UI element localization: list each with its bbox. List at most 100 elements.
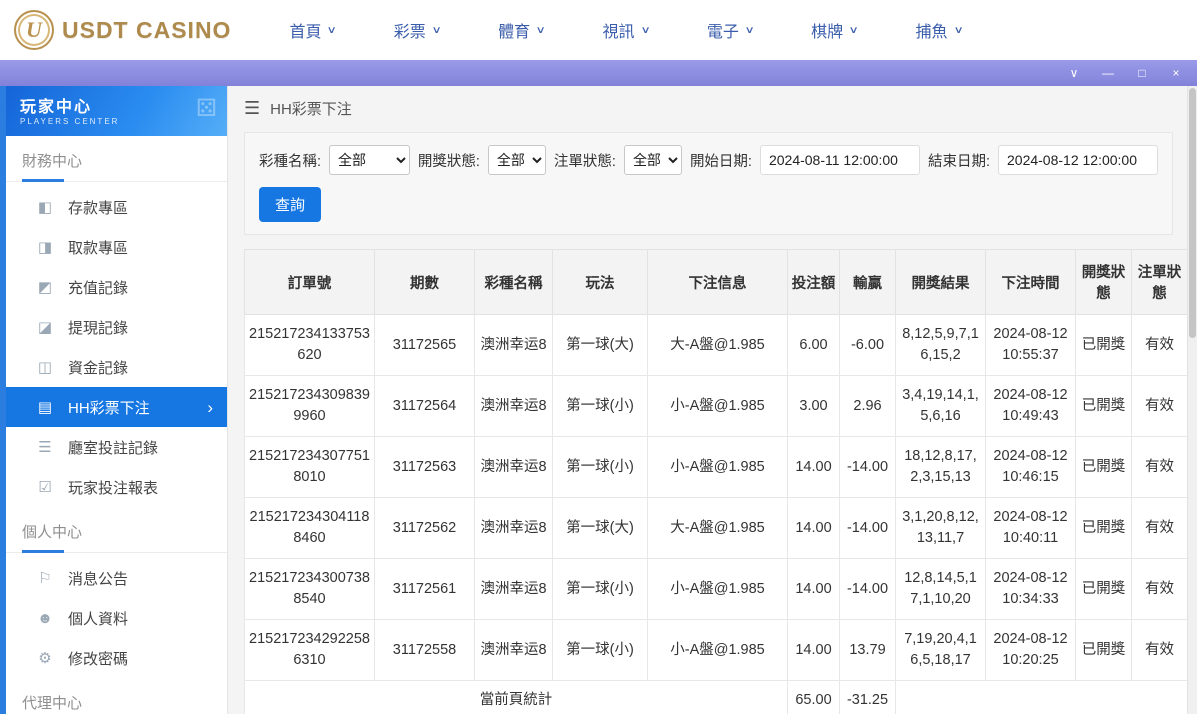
close-window-button[interactable]: ×: [1169, 67, 1183, 79]
vertical-scrollbar[interactable]: [1187, 86, 1197, 714]
hamburger-menu-icon[interactable]: ☰: [244, 98, 260, 119]
sidebar-item-player-bet-report[interactable]: ☑玩家投注報表: [6, 467, 227, 507]
start-date-label: 開始日期:: [690, 150, 752, 171]
scrollbar-thumb[interactable]: [1189, 88, 1196, 338]
cell-win-loss: 13.79: [840, 620, 896, 681]
cell-bet-status: 有效: [1132, 620, 1188, 681]
nav-item-label: 捕魚: [916, 18, 948, 42]
cell-bet-info: 小-A盤@1.985: [648, 620, 788, 681]
nav-item-lottery[interactable]: 彩票∨: [394, 18, 440, 42]
lottery-name-select[interactable]: 全部: [329, 145, 410, 175]
nav-item-home[interactable]: 首頁∨: [289, 18, 335, 42]
maximize-window-button[interactable]: □: [1135, 67, 1149, 79]
cell-draw-result: 12,8,14,5,17,1,10,20: [896, 559, 986, 620]
withdraw-icon: ◨: [36, 238, 54, 256]
cell-lottery-name: 澳洲幸运8: [475, 376, 553, 437]
cell-bet-info: 小-A盤@1.985: [648, 437, 788, 498]
sidebar-item-label: 提現記錄: [68, 317, 128, 338]
nav-item-live[interactable]: 視訊∨: [602, 18, 648, 42]
sidebar-subtitle: PLAYERS CENTER: [20, 117, 213, 126]
sidebar-header: 玩家中心 PLAYERS CENTER ⚄: [6, 86, 227, 136]
col-header-bet-amount: 投注額: [788, 250, 840, 315]
col-header-draw-status: 開獎狀態: [1076, 250, 1132, 315]
cell-play-type: 第一球(大): [553, 315, 648, 376]
cell-bet-amount: 14.00: [788, 498, 840, 559]
sidebar-item-withdraw[interactable]: ◨ 取款專區: [6, 227, 227, 267]
nav-item-sports[interactable]: 體育∨: [498, 18, 544, 42]
nav-item-label: 視訊: [602, 18, 634, 42]
cell-period: 31172563: [375, 437, 475, 498]
sidebar-menu: 財務中心◧存款專區◨取款專區◩充值記錄◪提現記錄◫資金記錄▤HH彩票下注›☰廳室…: [6, 136, 227, 714]
sidebar-item-announcements[interactable]: ⚐消息公告: [6, 558, 227, 598]
cell-order-id: 2152172343098399960: [245, 376, 375, 437]
draw-status-select[interactable]: 全部: [488, 145, 546, 175]
bets-table: 訂單號期數彩種名稱玩法下注信息投注額輸贏開獎結果下注時間開獎狀態注單狀態 215…: [244, 249, 1188, 714]
search-button[interactable]: 查詢: [259, 187, 321, 222]
sidebar-item-profile[interactable]: ☻個人資料: [6, 598, 227, 638]
sidebar-item-label: 取款專區: [68, 237, 128, 258]
nav-item-cards[interactable]: 棋牌∨: [811, 18, 857, 42]
cell-play-type: 第一球(小): [553, 620, 648, 681]
summary-label: 當前頁統計: [245, 681, 788, 714]
cell-order-id: 215217234133753620: [245, 315, 375, 376]
nav-item-fishing[interactable]: 捕魚 ∨: [916, 18, 962, 42]
summary-bet-total: 65.00: [788, 681, 840, 714]
cell-bet-status: 有效: [1132, 437, 1188, 498]
sidebar-item-withdrawal-record[interactable]: ◪ 提現記錄: [6, 307, 227, 347]
sidebar-item-label: 存款專區: [68, 197, 128, 218]
cell-bet-info: 大-A盤@1.985: [648, 498, 788, 559]
site-logo[interactable]: U USDT CASINO: [14, 10, 231, 50]
sidebar-item-label: 消息公告: [68, 568, 128, 589]
col-header-draw-result: 開獎結果: [896, 250, 986, 315]
start-date-input[interactable]: [760, 145, 920, 175]
cell-bet-time: 2024-08-12 10:49:43: [986, 376, 1076, 437]
cell-draw-result: 7,19,20,4,16,5,18,17: [896, 620, 986, 681]
chevron-right-icon: ›: [207, 399, 213, 416]
bet-status-select[interactable]: 全部: [624, 145, 682, 175]
sidebar-item-funds-record[interactable]: ◫資金記錄: [6, 347, 227, 387]
table-row: 215217234300738854031172561澳洲幸运8第一球(小)小-…: [245, 559, 1188, 620]
table-row: 215217234307751801031172563澳洲幸运8第一球(小)小-…: [245, 437, 1188, 498]
cell-draw-result: 3,1,20,8,12,13,11,7: [896, 498, 986, 559]
collapse-window-button[interactable]: ∨: [1067, 67, 1081, 79]
sidebar-item-deposit[interactable]: ◧存款專區: [6, 187, 227, 227]
cell-bet-amount: 14.00: [788, 559, 840, 620]
cell-bet-info: 小-A盤@1.985: [648, 376, 788, 437]
bet-status-label: 注單狀態:: [554, 150, 616, 171]
col-header-play-type: 玩法: [553, 250, 648, 315]
withdrawal-record-icon: ◪: [36, 318, 54, 336]
logo-text: USDT CASINO: [62, 17, 231, 44]
cell-draw-status: 已開獎: [1076, 620, 1132, 681]
table-row: 215217234292258631031172558澳洲幸运8第一球(小)小-…: [245, 620, 1188, 681]
main-content: ☰ HH彩票下注 彩種名稱: 全部 開獎狀態: 全部 注單狀態: 全部 開始日期…: [228, 86, 1197, 714]
cell-order-id: 2152172343041188460: [245, 498, 375, 559]
cell-draw-result: 18,12,8,17,2,3,15,13: [896, 437, 986, 498]
summary-winloss-total: -31.25: [840, 681, 896, 714]
window-titlebar: ∨ — □ ×: [0, 60, 1197, 86]
cell-draw-result: 3,4,19,14,1,5,6,16: [896, 376, 986, 437]
sidebar-item-room-bet-records[interactable]: ☰廳室投註記錄: [6, 427, 227, 467]
summary-empty: [896, 681, 1188, 714]
cell-bet-amount: 14.00: [788, 437, 840, 498]
sidebar: 玩家中心 PLAYERS CENTER ⚄ 財務中心◧存款專區◨取款專區◩充值記…: [6, 86, 228, 714]
cell-bet-time: 2024-08-12 10:20:25: [986, 620, 1076, 681]
player-bet-report-icon: ☑: [36, 478, 54, 496]
nav-item-slots[interactable]: 電子∨: [707, 18, 753, 42]
funds-record-icon: ◫: [36, 358, 54, 376]
sidebar-item-hh-lottery-bets[interactable]: ▤HH彩票下注›: [6, 387, 227, 427]
hh-lottery-bets-icon: ▤: [36, 398, 54, 416]
cell-win-loss: -6.00: [840, 315, 896, 376]
sidebar-item-change-password[interactable]: ⚙修改密碼: [6, 638, 227, 678]
minimize-window-button[interactable]: —: [1101, 67, 1115, 79]
sidebar-item-recharge-record[interactable]: ◩充值記錄: [6, 267, 227, 307]
end-date-input[interactable]: [998, 145, 1158, 175]
col-header-bet-info: 下注信息: [648, 250, 788, 315]
cell-play-type: 第一球(小): [553, 437, 648, 498]
chevron-down-icon: ∨: [953, 25, 963, 36]
col-header-win-loss: 輸贏: [840, 250, 896, 315]
col-header-bet-status: 注單狀態: [1132, 250, 1188, 315]
cell-order-id: 2152172343007388540: [245, 559, 375, 620]
window-body: 玩家中心 PLAYERS CENTER ⚄ 財務中心◧存款專區◨取款專區◩充值記…: [0, 86, 1197, 714]
cell-order-id: 2152172343077518010: [245, 437, 375, 498]
room-bet-records-icon: ☰: [36, 438, 54, 456]
